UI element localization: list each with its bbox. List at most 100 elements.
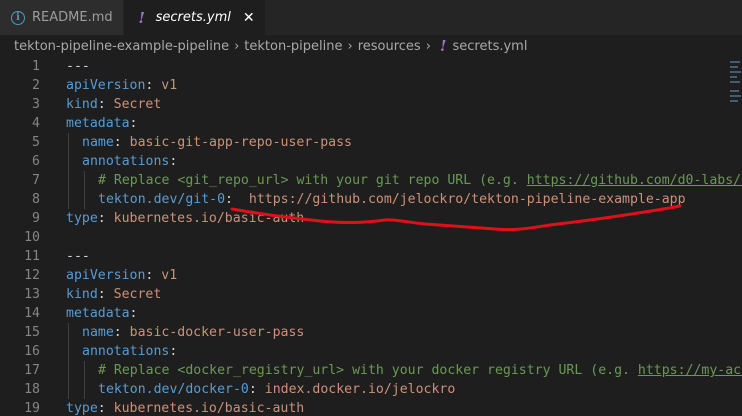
code-text: metadata:: [66, 114, 137, 133]
code-line[interactable]: 18 tekton.dev/docker-0: index.docker.io/j…: [0, 380, 742, 399]
code-line[interactable]: 15 name: basic-docker-user-pass: [0, 323, 742, 342]
token-punct: :: [129, 306, 138, 321]
code-text: tekton.dev/git-0: https://github.com/jel…: [98, 190, 686, 209]
token-key: type: [66, 211, 98, 226]
code-text: type: kubernetes.io/basic-auth: [66, 209, 304, 228]
token-punct: :: [169, 344, 178, 359]
code-text: name: basic-git-app-repo-user-pass: [82, 133, 352, 152]
code-line[interactable]: 9 type: kubernetes.io/basic-auth: [0, 209, 742, 228]
close-icon[interactable]: ✕: [243, 10, 255, 26]
code-editor[interactable]: 1 --- 2 apiVersion: v1 3 kind: Secret 4 metadat…: [0, 57, 742, 416]
line-number: 8: [32, 192, 40, 207]
chevron-right-icon: ›: [347, 38, 353, 54]
yaml-file-icon: !: [138, 8, 145, 27]
line-number: 15: [24, 325, 40, 340]
line-number: 1: [32, 59, 40, 74]
code-line[interactable]: 13 kind: Secret: [0, 285, 742, 304]
tab-secrets-yml[interactable]: ! secrets.yml ✕: [123, 0, 266, 35]
code-line[interactable]: 4 metadata:: [0, 114, 742, 133]
token-key: type: [66, 401, 98, 416]
token-key: name: [82, 325, 114, 340]
line-number: 5: [32, 135, 40, 150]
token-str: basic-docker-user-pass: [129, 325, 305, 340]
line-number: 7: [32, 173, 40, 188]
code-line[interactable]: 19 type: kubernetes.io/basic-auth: [0, 399, 742, 416]
indent-guide: [68, 133, 69, 152]
token-punct: ---: [66, 59, 90, 74]
line-number: 16: [24, 344, 40, 359]
code-line[interactable]: 10: [0, 228, 742, 247]
line-number: 10: [24, 230, 40, 245]
code-line[interactable]: 12 apiVersion: v1: [0, 266, 742, 285]
token-link[interactable]: https://github.com/d0-labs/t: [527, 173, 742, 188]
chevron-right-icon: ›: [234, 38, 240, 54]
token-key: name: [82, 135, 114, 150]
code-line[interactable]: 3 kind: Secret: [0, 95, 742, 114]
token-punct: :: [145, 78, 162, 93]
breadcrumb-item[interactable]: resources: [358, 39, 421, 54]
line-number: 12: [24, 268, 40, 283]
breadcrumb: tekton-pipeline-example-pipeline › tekto…: [0, 35, 742, 57]
code-line[interactable]: 8 tekton.dev/git-0: https://github.com/je…: [0, 190, 742, 209]
code-line[interactable]: 17 # Replace <docker_registry_url> with y…: [0, 361, 742, 380]
indent-guide: [84, 190, 85, 209]
indent-guide: [68, 342, 69, 361]
token-str: kubernetes.io/basic-auth: [113, 401, 305, 416]
token-punct: :: [129, 116, 138, 131]
code-line[interactable]: 7 # Replace <git_repo_url> with your git …: [0, 171, 742, 190]
line-number: 17: [24, 363, 40, 378]
token-punct: :: [248, 382, 265, 397]
token-url: https://github.com/jelockro/tekton-pipel…: [248, 192, 686, 207]
indent-guide: [68, 152, 69, 171]
token-link[interactable]: https://my-acr: [638, 363, 742, 378]
indent-guide: [68, 361, 69, 380]
yaml-file-icon: !: [439, 37, 447, 55]
code-line[interactable]: 2 apiVersion: v1: [0, 76, 742, 95]
breadcrumb-item[interactable]: tekton-pipeline-example-pipeline: [14, 39, 229, 54]
code-line[interactable]: 1 ---: [0, 57, 742, 76]
token-punct: :: [169, 154, 178, 169]
token-str: kubernetes.io/basic-auth: [113, 211, 305, 226]
breadcrumb-file[interactable]: secrets.yml: [453, 39, 528, 54]
token-key: apiVersion: [66, 78, 146, 93]
token-comment: # Replace <git_repo_url> with your git r…: [98, 173, 527, 188]
code-line[interactable]: 5 name: basic-git-app-repo-user-pass: [0, 133, 742, 152]
token-punct: :: [145, 268, 162, 283]
line-number: 4: [32, 116, 40, 131]
line-number: 9: [32, 211, 40, 226]
token-str: Secret: [113, 97, 162, 112]
tab-label: secrets.yml: [155, 10, 231, 25]
line-number: 3: [32, 97, 40, 112]
tab-readme[interactable]: i README.md: [0, 0, 124, 35]
minimap[interactable]: [728, 57, 742, 117]
token-punct: :: [97, 287, 114, 302]
token-str: v1: [161, 268, 178, 283]
code-line[interactable]: 6 annotations:: [0, 152, 742, 171]
code-line[interactable]: 14 metadata:: [0, 304, 742, 323]
token-str: index.docker.io/jelockro: [264, 382, 456, 397]
code-text: metadata:: [66, 304, 137, 323]
code-text: name: basic-docker-user-pass: [82, 323, 304, 342]
code-line[interactable]: 11 ---: [0, 247, 742, 266]
token-key: metadata: [66, 306, 130, 321]
code-text: type: kubernetes.io/basic-auth: [66, 399, 304, 416]
indent-guide: [68, 190, 69, 209]
code-line[interactable]: 16 annotations:: [0, 342, 742, 361]
line-number: 19: [24, 401, 40, 416]
info-icon: i: [10, 10, 26, 25]
token-str: v1: [161, 78, 178, 93]
code-text: ---: [66, 57, 90, 76]
chevron-right-icon: ›: [425, 38, 431, 54]
token-str: Secret: [113, 287, 162, 302]
token-punct: ---: [66, 249, 90, 264]
tab-label: README.md: [32, 10, 113, 25]
breadcrumb-item[interactable]: tekton-pipeline: [244, 39, 342, 54]
indent-guide: [68, 171, 69, 190]
token-punct: :: [97, 211, 114, 226]
token-key: tekton.dev/git-0: [98, 192, 226, 207]
code-text: # Replace <git_repo_url> with your git r…: [98, 171, 742, 190]
indent-guide: [84, 171, 85, 190]
code-text: annotations:: [82, 152, 177, 171]
line-number: 18: [24, 382, 40, 397]
token-key: apiVersion: [66, 268, 146, 283]
